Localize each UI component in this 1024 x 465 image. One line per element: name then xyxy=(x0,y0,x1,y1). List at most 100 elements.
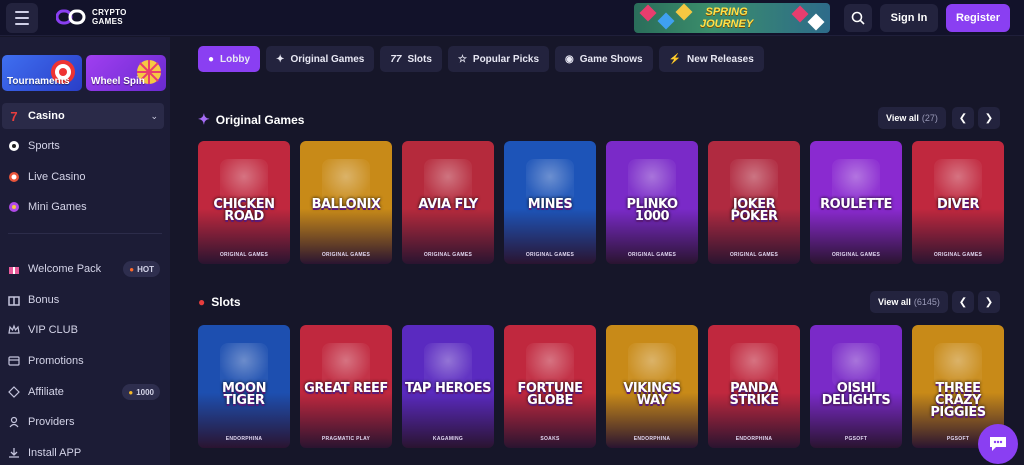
tab-original-games[interactable]: ✦ Original Games xyxy=(266,46,375,72)
original-next-button[interactable]: ❯ xyxy=(978,107,1000,129)
crown-icon xyxy=(8,324,20,336)
tab-lobby[interactable]: ● Lobby xyxy=(198,46,261,72)
search-icon xyxy=(851,11,865,25)
sidebar-item-label: Sports xyxy=(28,140,60,152)
affiliate-icon xyxy=(8,386,20,398)
game-card[interactable]: JOKER POKER ORIGINAL GAMES xyxy=(708,141,800,264)
tab-label: Slots xyxy=(407,53,432,65)
chat-support-button[interactable] xyxy=(978,424,1018,464)
sidebar-item-label: Bonus xyxy=(28,294,60,306)
tab-label: New Releases xyxy=(687,53,754,65)
sidebar-item-vip-club[interactable]: VIP CLUB xyxy=(8,320,164,340)
kite-icon xyxy=(807,13,825,31)
sidebar-item-bonus[interactable]: Bonus xyxy=(8,290,164,310)
top-bar: CRYPTO GAMES SPRING JOURNEY Sign In Regi… xyxy=(0,0,1024,36)
chevron-left-icon: ❮ xyxy=(958,296,968,308)
sidebar-item-welcome-pack[interactable]: Welcome Pack ● HOT xyxy=(8,259,164,279)
sign-in-button[interactable]: Sign In xyxy=(880,4,938,32)
logo-icon xyxy=(56,9,86,25)
hamburger-icon-line xyxy=(15,23,29,25)
game-card[interactable]: AVIA FLY ORIGINAL GAMES xyxy=(402,141,494,264)
game-card[interactable]: VIKINGS WAY ENDORPHINA xyxy=(606,325,698,448)
game-title: MOON TIGER xyxy=(222,381,266,408)
category-tabs: ● Lobby ✦ Original Games 77 Slots ☆ Popu… xyxy=(198,46,764,72)
sidebar-item-live-casino[interactable]: Live Casino xyxy=(8,167,164,187)
sidebar-item-label: VIP CLUB xyxy=(28,324,78,336)
game-card[interactable]: MOON TIGER ENDORPHINA xyxy=(198,325,290,448)
game-card[interactable]: PANDA STRIKE ENDORPHINA xyxy=(708,325,800,448)
slots-heading: ● Slots xyxy=(198,295,241,309)
sidebar-item-providers[interactable]: Providers xyxy=(8,412,164,432)
game-provider: ORIGINAL GAMES xyxy=(525,252,575,258)
tab-slots[interactable]: 77 Slots xyxy=(380,46,442,72)
slots-view-all-button[interactable]: View all (6145) xyxy=(870,291,948,313)
hamburger-icon-line xyxy=(15,17,29,19)
site-logo[interactable]: CRYPTO GAMES xyxy=(56,8,127,26)
search-button[interactable] xyxy=(844,4,872,32)
game-provider: ENDORPHINA xyxy=(735,436,773,442)
game-card[interactable]: CHICKEN ROAD ORIGINAL GAMES xyxy=(198,141,290,264)
game-card[interactable]: BALLONIX ORIGINAL GAMES xyxy=(300,141,392,264)
section-title: Original Games xyxy=(215,112,305,127)
game-card[interactable]: MINES ORIGINAL GAMES xyxy=(504,141,596,264)
sidebar-item-casino[interactable]: 7 Casino ⌄ xyxy=(2,103,164,129)
original-prev-button[interactable]: ❮ xyxy=(952,107,974,129)
logo-line-2: GAMES xyxy=(92,17,123,26)
sidebar-item-affiliate[interactable]: Affiliate ● 1000 xyxy=(8,382,164,402)
game-provider: SOAKS xyxy=(540,436,560,442)
spring-journey-banner[interactable]: SPRING JOURNEY xyxy=(634,3,830,33)
sparkle-icon: ✦ xyxy=(276,53,285,65)
game-card[interactable]: ROULETTE ORIGINAL GAMES xyxy=(810,141,902,264)
view-all-count: (6145) xyxy=(913,297,940,307)
logo-line-1: CRYPTO xyxy=(92,8,127,17)
live-casino-icon xyxy=(8,171,20,183)
kite-icon xyxy=(675,3,693,21)
seven-icon: 7 xyxy=(10,108,18,124)
banner-title: SPRING JOURNEY xyxy=(700,6,753,30)
slots-prev-button[interactable]: ❮ xyxy=(952,291,974,313)
tab-game-shows[interactable]: ◉ Game Shows xyxy=(555,46,653,72)
game-title: PANDA STRIKE xyxy=(729,381,779,408)
tournaments-promo[interactable]: Tournaments xyxy=(2,55,82,91)
game-provider: ENDORPHINA xyxy=(633,436,671,442)
bonus-icon xyxy=(8,294,20,306)
register-button[interactable]: Register xyxy=(946,4,1010,32)
sidebar-item-mini-games[interactable]: Mini Games xyxy=(8,197,164,217)
game-card[interactable]: GREAT REEF PRAGMATIC PLAY xyxy=(300,325,392,448)
game-card[interactable]: FORTUNE GLOBE SOAKS xyxy=(504,325,596,448)
game-title: FORTUNE GLOBE xyxy=(517,381,583,408)
game-title: PLINKO 1000 xyxy=(626,197,678,224)
promo-label: Tournaments xyxy=(7,76,70,87)
hot-badge: ● HOT xyxy=(123,261,160,277)
banner-line-1: SPRING xyxy=(705,6,748,18)
tab-new-releases[interactable]: ⚡ New Releases xyxy=(658,46,764,72)
tab-label: Lobby xyxy=(220,53,251,65)
game-card[interactable]: TAP HEROES KAGAMING xyxy=(402,325,494,448)
game-card[interactable]: OISHI DELIGHTS PGSOFT xyxy=(810,325,902,448)
sidebar-item-label: Mini Games xyxy=(28,201,87,213)
sidebar-item-promotions[interactable]: Promotions xyxy=(8,351,164,371)
sidebar: Tournaments Wheel Spin 7 Casino ⌄ Sports… xyxy=(0,37,170,465)
original-games-heading: ✦ Original Games xyxy=(198,111,304,128)
chevron-down-icon: ⌄ xyxy=(150,110,158,121)
kite-icon xyxy=(657,12,675,30)
game-provider: ENDORPHINA xyxy=(225,436,263,442)
game-card[interactable]: PLINKO 1000 ORIGINAL GAMES xyxy=(606,141,698,264)
menu-toggle-button[interactable] xyxy=(6,3,38,33)
game-card[interactable]: DIVER ORIGINAL GAMES xyxy=(912,141,1004,264)
sidebar-item-sports[interactable]: Sports xyxy=(8,136,164,156)
slots-next-button[interactable]: ❯ xyxy=(978,291,1000,313)
section-title: Slots xyxy=(211,295,241,309)
view-all-count: (27) xyxy=(921,113,938,123)
casino-row-content: 7 Casino ⌄ xyxy=(8,106,158,126)
wheel-spin-promo[interactable]: Wheel Spin xyxy=(86,55,166,91)
sidebar-item-install-app[interactable]: Install APP xyxy=(8,443,164,463)
game-title: GREAT REEF xyxy=(304,381,388,396)
sidebar-item-label: Providers xyxy=(28,416,75,428)
original-view-all-button[interactable]: View all (27) xyxy=(878,107,946,129)
main-content: ● Lobby ✦ Original Games 77 Slots ☆ Popu… xyxy=(170,37,1024,465)
tab-label: Popular Picks xyxy=(472,53,540,65)
hamburger-icon-line xyxy=(15,11,29,13)
soccer-ball-icon xyxy=(8,140,20,152)
tab-popular-picks[interactable]: ☆ Popular Picks xyxy=(447,46,550,72)
